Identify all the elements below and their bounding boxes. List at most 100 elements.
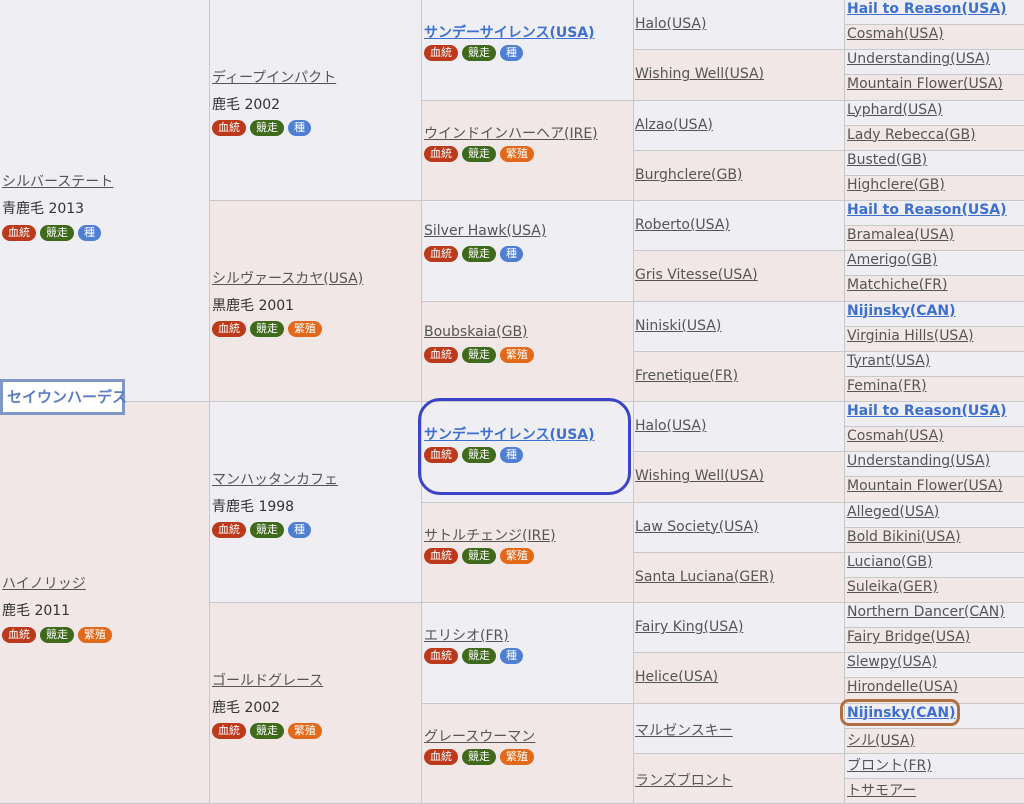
horse-link[interactable]: シルヴァースカヤ(USA) <box>212 268 363 288</box>
tag-broodmare[interactable]: 繁殖 <box>500 548 534 564</box>
horse-link[interactable]: Tyrant(USA) <box>847 353 930 369</box>
tag-sire[interactable]: 種 <box>288 120 311 136</box>
horse-link[interactable]: Santa Luciana(GER) <box>635 569 774 585</box>
tag-race[interactable]: 競走 <box>250 522 284 538</box>
tag-blood[interactable]: 血統 <box>424 447 458 463</box>
tag-race[interactable]: 競走 <box>462 347 496 363</box>
tag-race[interactable]: 競走 <box>250 321 284 337</box>
horse-link[interactable]: Lady Rebecca(GB) <box>847 127 976 143</box>
tag-race[interactable]: 競走 <box>40 225 74 241</box>
horse-link[interactable]: Boubskaia(GB) <box>424 324 528 340</box>
horse-link[interactable]: Hail to Reason(USA) <box>847 403 1007 419</box>
tag-race[interactable]: 競走 <box>250 120 284 136</box>
horse-link[interactable]: Bramalea(USA) <box>847 227 954 243</box>
tag-blood[interactable]: 血統 <box>212 120 246 136</box>
horse-link[interactable]: ランズブロント <box>635 770 733 790</box>
tag-blood[interactable]: 血統 <box>212 723 246 739</box>
horse-link[interactable]: Matchiche(FR) <box>847 277 948 293</box>
horse-link[interactable]: Bold Bikini(USA) <box>847 529 961 545</box>
horse-link[interactable]: Virginia Hills(USA) <box>847 328 974 344</box>
horse-link[interactable]: Silver Hawk(USA) <box>424 223 546 239</box>
horse-link[interactable]: Highclere(GB) <box>847 177 945 193</box>
horse-link[interactable]: Frenetique(FR) <box>635 368 738 384</box>
horse-link[interactable]: Roberto(USA) <box>635 217 730 233</box>
tag-race[interactable]: 競走 <box>250 723 284 739</box>
horse-link[interactable]: ブロント(FR) <box>847 755 932 775</box>
horse-link[interactable]: Busted(GB) <box>847 152 927 168</box>
horse-link[interactable]: Hirondelle(USA) <box>847 679 958 695</box>
horse-link[interactable]: Mountain Flower(USA) <box>847 76 1003 92</box>
horse-link[interactable]: Hail to Reason(USA) <box>847 202 1007 218</box>
horse-link[interactable]: Femina(FR) <box>847 378 927 394</box>
tag-broodmare[interactable]: 繁殖 <box>288 321 322 337</box>
horse-link[interactable]: ゴールドグレース <box>212 670 323 690</box>
horse-link[interactable]: Alzao(USA) <box>635 117 713 133</box>
horse-link[interactable]: Nijinsky(CAN) <box>847 303 955 319</box>
horse-link[interactable]: サンデーサイレンス(USA) <box>424 424 595 444</box>
tag-blood[interactable]: 血統 <box>212 321 246 337</box>
tag-race[interactable]: 競走 <box>462 648 496 664</box>
horse-link[interactable]: シルバーステート <box>2 171 113 191</box>
tag-race[interactable]: 競走 <box>462 146 496 162</box>
horse-link[interactable]: サトルチェンジ(IRE) <box>424 525 556 545</box>
tag-blood[interactable]: 血統 <box>424 347 458 363</box>
tag-blood[interactable]: 血統 <box>424 146 458 162</box>
horse-link[interactable]: Fairy Bridge(USA) <box>847 629 970 645</box>
tag-blood[interactable]: 血統 <box>424 246 458 262</box>
horse-link[interactable]: Gris Vitesse(USA) <box>635 267 758 283</box>
tag-race[interactable]: 競走 <box>462 749 496 765</box>
tag-broodmare[interactable]: 繁殖 <box>500 347 534 363</box>
horse-link[interactable]: エリシオ(FR) <box>424 625 509 645</box>
tag-broodmare[interactable]: 繁殖 <box>500 146 534 162</box>
horse-link[interactable]: Lyphard(USA) <box>847 102 942 118</box>
tag-race[interactable]: 競走 <box>462 447 496 463</box>
tag-sire[interactable]: 種 <box>288 522 311 538</box>
horse-link[interactable]: マンハッタンカフェ <box>212 469 338 489</box>
horse-link[interactable]: ハイノリッジ <box>2 573 86 593</box>
tag-blood[interactable]: 血統 <box>424 648 458 664</box>
tag-race[interactable]: 競走 <box>462 45 496 61</box>
horse-link[interactable]: Cosmah(USA) <box>847 26 944 42</box>
horse-link[interactable]: Luciano(GB) <box>847 554 932 570</box>
horse-link[interactable]: Suleika(GER) <box>847 579 938 595</box>
horse-link[interactable]: Slewpy(USA) <box>847 654 937 670</box>
tag-blood[interactable]: 血統 <box>2 627 36 643</box>
horse-link[interactable]: Fairy King(USA) <box>635 619 743 635</box>
horse-link[interactable]: Hail to Reason(USA) <box>847 1 1007 17</box>
horse-link[interactable]: Helice(USA) <box>635 669 718 685</box>
horse-link[interactable]: Northern Dancer(CAN) <box>847 604 1005 620</box>
horse-link[interactable]: Burghclere(GB) <box>635 167 742 183</box>
horse-link[interactable]: Nijinsky(CAN) <box>847 705 955 721</box>
tag-blood[interactable]: 血統 <box>2 225 36 241</box>
tag-sire[interactable]: 種 <box>500 447 523 463</box>
tag-sire[interactable]: 種 <box>500 648 523 664</box>
horse-link[interactable]: Understanding(USA) <box>847 453 990 469</box>
horse-link[interactable]: サンデーサイレンス(USA) <box>424 22 595 42</box>
horse-link[interactable]: Wishing Well(USA) <box>635 468 764 484</box>
horse-link[interactable]: Understanding(USA) <box>847 51 990 67</box>
horse-link[interactable]: Niniski(USA) <box>635 318 721 334</box>
horse-link[interactable]: Alleged(USA) <box>847 504 939 520</box>
tag-race[interactable]: 競走 <box>462 548 496 564</box>
horse-link[interactable]: グレースウーマン <box>424 726 535 746</box>
tag-blood[interactable]: 血統 <box>424 548 458 564</box>
horse-link[interactable]: Wishing Well(USA) <box>635 66 764 82</box>
tag-blood[interactable]: 血統 <box>424 45 458 61</box>
tag-race[interactable]: 競走 <box>462 246 496 262</box>
horse-link[interactable]: ディープインパクト <box>212 67 336 87</box>
horse-link[interactable]: Mountain Flower(USA) <box>847 478 1003 494</box>
tag-sire[interactable]: 種 <box>500 246 523 262</box>
tag-race[interactable]: 競走 <box>40 627 74 643</box>
tag-broodmare[interactable]: 繁殖 <box>78 627 112 643</box>
horse-link[interactable]: マルゼンスキー <box>635 720 733 740</box>
horse-link[interactable]: トサモアー <box>847 780 916 800</box>
horse-link[interactable]: シル(USA) <box>847 730 915 750</box>
horse-link[interactable]: Halo(USA) <box>635 16 706 32</box>
tag-broodmare[interactable]: 繁殖 <box>500 749 534 765</box>
horse-link[interactable]: Cosmah(USA) <box>847 428 944 444</box>
horse-link[interactable]: Amerigo(GB) <box>847 252 937 268</box>
tag-broodmare[interactable]: 繁殖 <box>288 723 322 739</box>
horse-link[interactable]: Halo(USA) <box>635 418 706 434</box>
horse-link[interactable]: ウインドインハーヘア(IRE) <box>424 123 598 143</box>
tag-blood[interactable]: 血統 <box>212 522 246 538</box>
